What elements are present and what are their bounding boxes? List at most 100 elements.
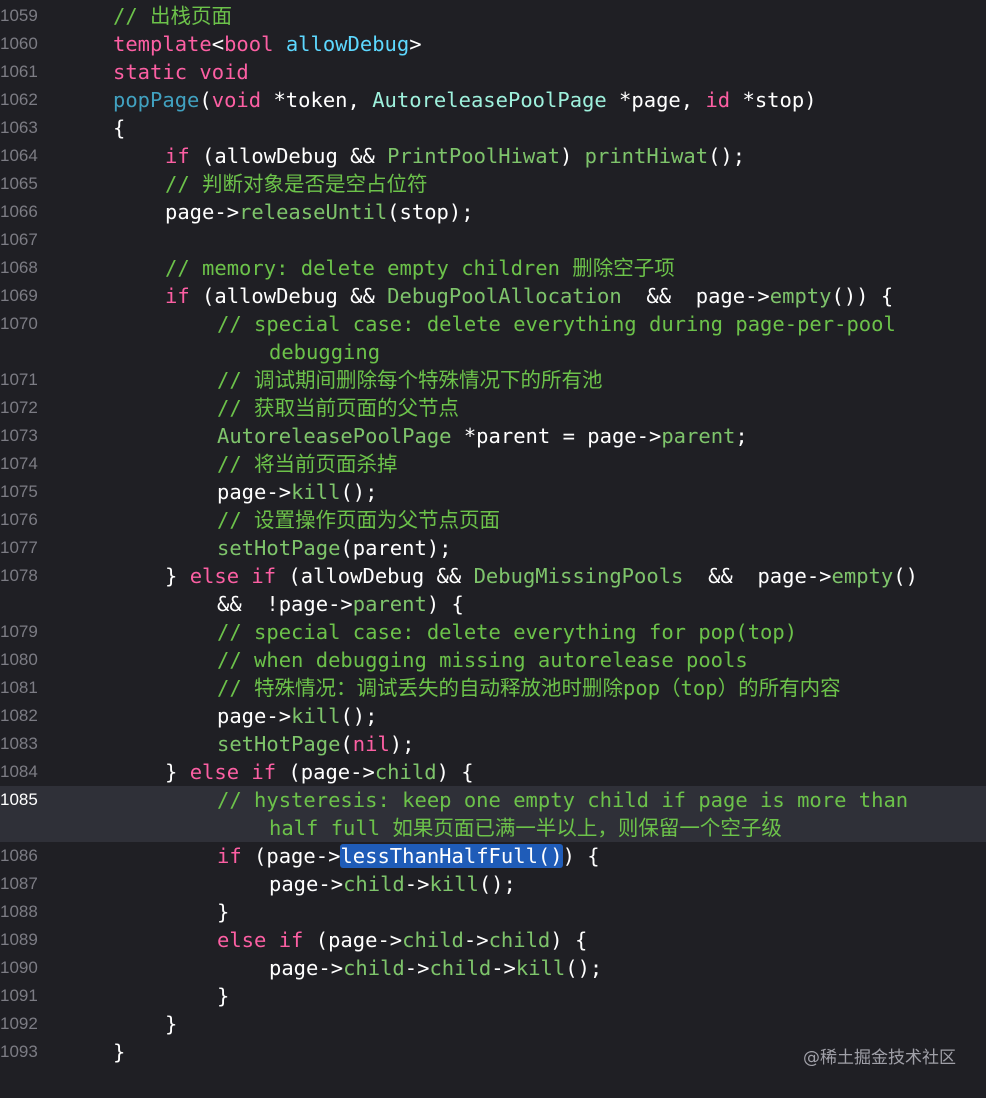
line-code: popPage(void *token, AutoreleasePoolPage…	[113, 86, 817, 114]
code-line[interactable]: half full 如果页面已满一半以上，则保留一个空子级	[0, 814, 986, 842]
line-code: page->child->kill();	[269, 870, 516, 898]
code-token: }	[113, 1040, 126, 1064]
code-token: empty	[769, 284, 832, 308]
code-token: setHotPage	[217, 536, 341, 560]
code-token: (allowDebug &&	[189, 284, 388, 308]
line-number: 1083	[0, 734, 38, 753]
line-code: }	[217, 898, 229, 926]
code-line[interactable]: 1090 page->child->child->kill();	[0, 954, 986, 982]
code-line[interactable]: 1076 // 设置操作页面为父节点页面	[0, 506, 986, 534]
code-line[interactable]: 1075 page->kill();	[0, 478, 986, 506]
line-number: 1079	[0, 622, 38, 641]
line-code: // 特殊情况：调试丢失的自动释放池时删除pop（top）的所有内容	[217, 674, 841, 702]
code-line[interactable]: 1086 if (page->lessThanHalfFull()) {	[0, 842, 986, 870]
code-token: ) {	[562, 844, 600, 868]
code-token: PrintPoolHiwat	[387, 144, 560, 168]
code-line[interactable]: 1067	[0, 226, 986, 254]
line-code: setHotPage(parent);	[217, 534, 452, 562]
code-token: )	[559, 144, 585, 168]
line-code: template<bool allowDebug>	[113, 30, 422, 58]
code-token: *page,	[606, 88, 706, 112]
code-token: }	[165, 1012, 178, 1036]
code-line[interactable]: && !page->parent) {	[0, 590, 986, 618]
line-code: setHotPage(nil);	[217, 730, 414, 758]
code-line[interactable]: 1078} else if (allowDebug && DebugMissin…	[0, 562, 986, 590]
code-line[interactable]: 1070 // special case: delete everything d…	[0, 310, 986, 338]
code-editor[interactable]: 1059 // 出栈页面 1060 template<bool allowDebug>…	[0, 0, 986, 1098]
code-token: template	[113, 32, 212, 56]
line-number: 1090	[0, 958, 38, 977]
code-line[interactable]: 1064 if (allowDebug && PrintPoolHiwat) pr…	[0, 142, 986, 170]
line-number: 1075	[0, 482, 38, 501]
code-line[interactable]: 1087 page->child->kill();	[0, 870, 986, 898]
code-token: ();	[708, 144, 746, 168]
code-token: (parent);	[340, 536, 452, 560]
code-token: id	[705, 88, 731, 112]
line-number: 1092	[0, 1014, 38, 1033]
code-token: parent	[352, 592, 427, 616]
code-token: {	[113, 116, 126, 140]
line-code: if (allowDebug && PrintPoolHiwat) printH…	[165, 142, 745, 170]
code-line[interactable]: 1092}	[0, 1010, 986, 1038]
code-line[interactable]: 1083 setHotPage(nil);	[0, 730, 986, 758]
code-line[interactable]: 1077 setHotPage(parent);	[0, 534, 986, 562]
code-line[interactable]: 1060 template<bool allowDebug>	[0, 30, 986, 58]
code-token: setHotPage	[217, 732, 341, 756]
code-token: if	[165, 144, 190, 168]
line-code: // memory: delete empty children 删除空子项	[165, 254, 675, 282]
code-token: kill	[291, 704, 341, 728]
code-line[interactable]: 1088}	[0, 898, 986, 926]
code-line[interactable]: 1080 // when debugging missing autoreleas…	[0, 646, 986, 674]
code-line[interactable]: 1074 // 将当前页面杀掉	[0, 450, 986, 478]
code-line[interactable]: 1059 // 出栈页面	[0, 2, 986, 30]
code-line[interactable]: 1089 else if (page->child->child) {	[0, 926, 986, 954]
code-token: page->	[217, 480, 292, 504]
code-token: && page->	[621, 284, 770, 308]
line-code: }	[165, 1010, 177, 1038]
code-line[interactable]: debugging	[0, 338, 986, 366]
code-token: half full 如果页面已满一半以上，则保留一个空子级	[269, 816, 782, 840]
code-token: );	[389, 732, 415, 756]
code-line[interactable]: 1085 // hysteresis: keep one empty child …	[0, 786, 986, 814]
code-token: // 特殊情况：调试丢失的自动释放池时删除pop（top）的所有内容	[217, 676, 841, 700]
code-token: (	[199, 88, 212, 112]
code-token: (allowDebug &&	[189, 144, 388, 168]
code-token: page->	[269, 872, 344, 896]
code-line[interactable]: 1069 if (allowDebug && DebugPoolAllocatio…	[0, 282, 986, 310]
code-line[interactable]: 1084} else if (page->child) {	[0, 758, 986, 786]
code-line[interactable]: 1061 static void	[0, 58, 986, 86]
line-number: 1063	[0, 118, 38, 137]
line-number: 1064	[0, 146, 38, 165]
line-number: 1067	[0, 230, 38, 249]
code-token: else	[189, 564, 240, 588]
line-number: 1082	[0, 706, 38, 725]
code-line[interactable]: 1062 popPage(void *token, AutoreleasePool…	[0, 86, 986, 114]
code-token: ->	[491, 956, 516, 980]
code-token: (stop);	[387, 200, 474, 224]
code-line[interactable]: 1072 // 获取当前页面的父节点	[0, 394, 986, 422]
code-line[interactable]: 1063 {	[0, 114, 986, 142]
code-token: (page->	[303, 928, 403, 952]
code-token: *token,	[261, 88, 373, 112]
code-line[interactable]: 1082 page->kill();	[0, 702, 986, 730]
line-code: // when debugging missing autorelease po…	[217, 646, 748, 674]
code-token: ()	[893, 564, 918, 588]
code-line[interactable]: 1073 AutoreleasePoolPage *parent = page->…	[0, 422, 986, 450]
code-line[interactable]: 1091}	[0, 982, 986, 1010]
line-code: // 设置操作页面为父节点页面	[217, 506, 500, 534]
code-line[interactable]: 1079 // special case: delete everything f…	[0, 618, 986, 646]
code-token: if	[251, 564, 277, 588]
code-token: popPage	[113, 88, 200, 112]
code-token: else	[217, 928, 267, 952]
code-line[interactable]: 1066 page->releaseUntil(stop);	[0, 198, 986, 226]
code-line[interactable]: 1068 // memory: delete empty children 删除空…	[0, 254, 986, 282]
code-line[interactable]: 1081 // 特殊情况：调试丢失的自动释放池时删除pop（top）的所有内容	[0, 674, 986, 702]
code-line[interactable]: 1071 // 调试期间删除每个特殊情况下的所有池	[0, 366, 986, 394]
line-number: 1086	[0, 846, 38, 865]
code-token: *stop)	[730, 88, 817, 112]
code-line[interactable]: 1065 // 判断对象是否是空占位符	[0, 170, 986, 198]
code-token: void	[211, 88, 262, 112]
